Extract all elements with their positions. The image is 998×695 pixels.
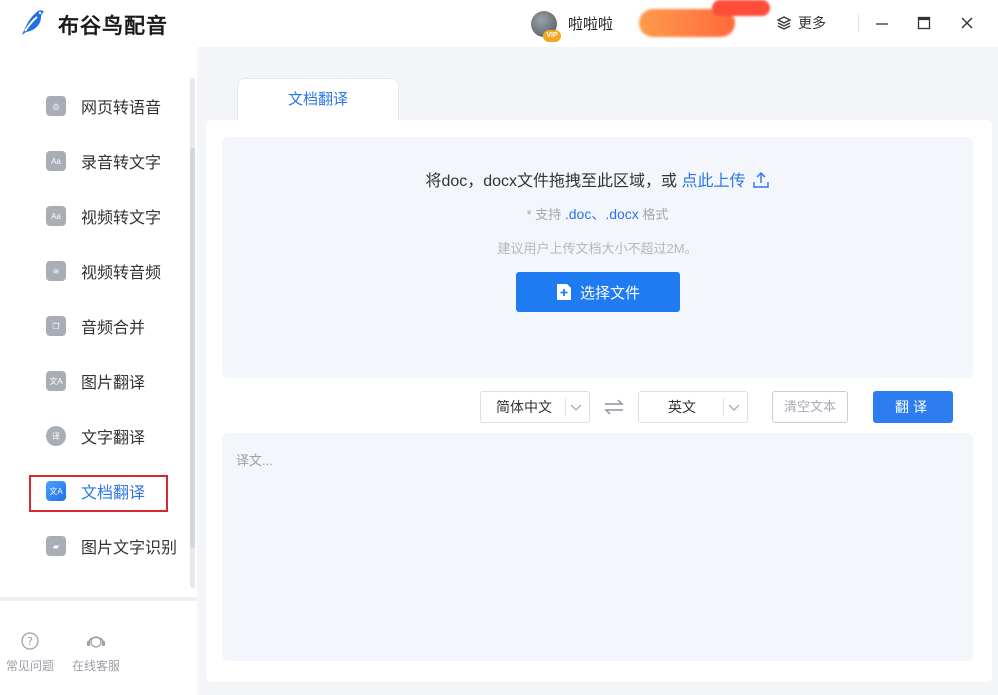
sidebar-item-audio-to-text[interactable]: Aa 录音转文字 (0, 141, 190, 181)
sidebar-item-label: 音频合并 (81, 320, 146, 337)
translate-button[interactable]: 翻译 (873, 391, 953, 423)
swap-languages-icon[interactable] (603, 396, 625, 418)
file-dropzone[interactable]: 将doc，docx文件拖拽至此区域，或 点此上传 * 支持 .doc、.docx… (222, 137, 973, 378)
sidebar-item-label: 录音转文字 (81, 155, 162, 172)
globe-icon: ◎ (46, 96, 66, 116)
size-hint: 建议用户上传文档大小不超过2M。 (497, 241, 698, 256)
text-translate-icon: 译 (46, 426, 66, 446)
svg-text:?: ? (27, 635, 33, 648)
dropzone-prompt-text: 将doc，docx文件拖拽至此区域，或 (425, 173, 678, 190)
target-language-value: 英文 (668, 399, 696, 415)
choose-file-button[interactable]: 选择文件 (516, 272, 680, 312)
sidebar-item-label: 视频转音频 (81, 265, 162, 282)
sidebar-item-audio-merge[interactable]: ❐ 音频合并 (0, 306, 190, 346)
dropzone-prompt: 将doc，docx文件拖拽至此区域，或 点此上传 (222, 167, 973, 191)
sidebar-scrollbar[interactable] (190, 78, 195, 588)
divider (858, 14, 859, 32)
upload-link-label: 点此上传 (681, 173, 746, 190)
headset-icon (87, 636, 105, 648)
sidebar-item-image-ocr[interactable]: ▰ 图片文字识别 (0, 526, 190, 566)
sidebar-item-label: 网页转语音 (81, 100, 162, 117)
target-language-select[interactable]: 英文 (638, 391, 748, 423)
scrollbar-thumb[interactable] (190, 148, 195, 548)
merge-icon: ❐ (46, 316, 66, 336)
source-language-select[interactable]: 简体中文 (480, 391, 590, 423)
translation-output[interactable] (222, 433, 973, 661)
sidebar-item-image-translate[interactable]: 文A 图片翻译 (0, 361, 190, 401)
supported-formats: * 支持 .doc、.docx 格式 (222, 204, 973, 224)
more-button[interactable]: 更多 (776, 12, 826, 34)
close-icon[interactable] (957, 13, 977, 33)
divider (0, 597, 197, 601)
sidebar: ◎ 网页转语音 Aa 录音转文字 Aa 视频转文字 ≋ 视频转音频 ❐ 音频合并… (0, 47, 197, 695)
support-prefix: * 支持 (526, 207, 562, 222)
choose-file-label: 选择文件 (579, 284, 640, 302)
app-name: 布谷鸟配音 (58, 15, 168, 38)
sidebar-item-video-to-text[interactable]: Aa 视频转文字 (0, 196, 190, 236)
bird-logo-icon (22, 10, 44, 35)
tab-doc-translate[interactable]: 文档翻译 (237, 78, 399, 120)
sidebar-item-label: 视频转文字 (81, 210, 162, 227)
add-file-icon (556, 284, 571, 300)
title-bar: 布谷鸟配音 VIP 啦啦啦 更多 (0, 0, 998, 47)
vip-badge: VIP (543, 30, 561, 42)
layers-icon (776, 16, 792, 30)
aa-text-icon: Aa (46, 151, 66, 171)
chevron-down-icon (728, 404, 740, 411)
support-extensions: .doc、.docx (564, 206, 639, 222)
video-text-icon: Aa (46, 206, 66, 226)
support-link[interactable]: 在线客服 (66, 631, 126, 674)
sidebar-item-label: 图片文字识别 (81, 540, 178, 557)
sidebar-item-label: 文字翻译 (81, 430, 146, 447)
maximize-icon[interactable] (914, 13, 934, 33)
video-audio-icon: ≋ (46, 261, 66, 281)
clear-text-button[interactable]: 清空文本 (772, 391, 848, 423)
sidebar-item-label: 图片翻译 (81, 375, 146, 392)
question-icon: ? (21, 632, 39, 650)
support-suffix: 格式 (642, 207, 669, 222)
username[interactable]: 啦啦啦 (568, 13, 613, 34)
upload-icon (752, 172, 769, 188)
sidebar-item-text-translate[interactable]: 译 文字翻译 (0, 416, 190, 456)
chevron-down-icon (570, 404, 582, 411)
support-label: 在线客服 (71, 659, 120, 673)
divider (565, 398, 566, 416)
sidebar-item-video-to-audio[interactable]: ≋ 视频转音频 (0, 251, 190, 291)
active-item-highlight (29, 475, 168, 512)
sidebar-item-web-to-speech[interactable]: ◎ 网页转语音 (0, 86, 190, 126)
promo-tag (712, 0, 770, 16)
image-ocr-icon: ▰ (46, 536, 66, 556)
image-translate-icon: 文A (46, 371, 66, 391)
source-language-value: 简体中文 (496, 399, 552, 415)
more-label: 更多 (798, 15, 826, 31)
faq-link[interactable]: ? 常见问题 (0, 631, 60, 674)
upload-link[interactable]: 点此上传 (681, 172, 770, 190)
faq-label: 常见问题 (5, 659, 54, 673)
divider (723, 398, 724, 416)
minimize-icon[interactable] (872, 13, 892, 33)
